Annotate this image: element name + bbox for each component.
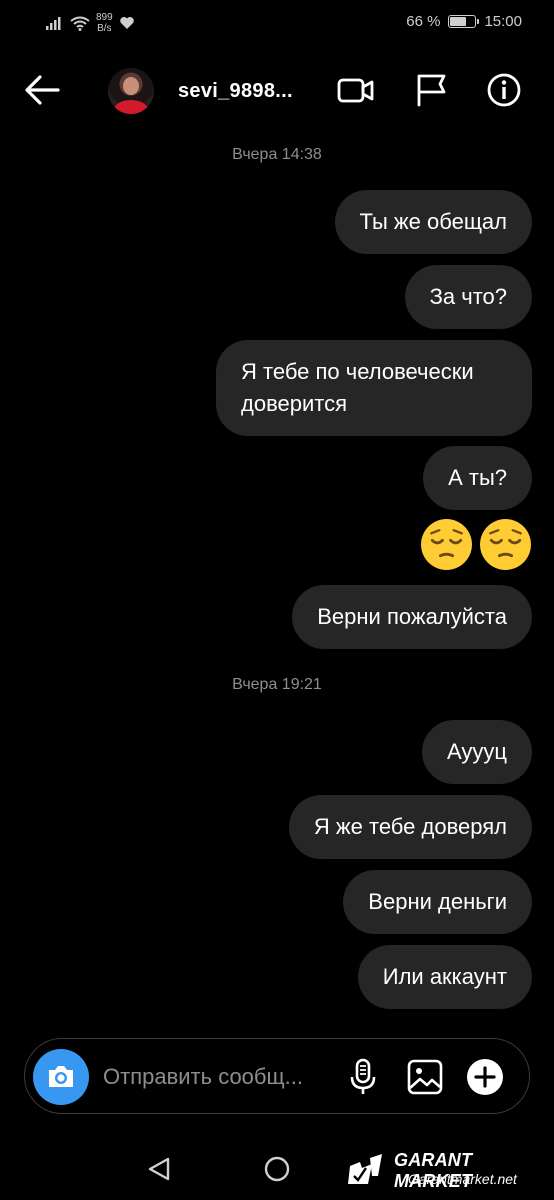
nav-home-button[interactable] — [262, 1154, 292, 1184]
message-bubble[interactable]: За что? — [404, 265, 532, 329]
network-speed-unit: B/s — [97, 23, 112, 34]
battery-fill — [450, 17, 466, 26]
network-speed: 899 B/s — [96, 12, 113, 34]
arrow-left-icon — [25, 75, 60, 105]
report-button[interactable] — [412, 72, 452, 108]
battery-percent: 66 % — [406, 13, 441, 30]
message-bubble[interactable]: Верни пожалуйста — [292, 585, 532, 649]
back-button[interactable] — [22, 72, 62, 108]
message-bubble[interactable]: Я же тебе доверял — [288, 795, 532, 859]
chat-header: sevi_9898... — [0, 60, 554, 120]
flag-icon — [417, 74, 446, 107]
watermark-subtitle: Garantmarket.net — [408, 1171, 517, 1187]
status-right: 66 % 15:00 — [406, 13, 522, 30]
timestamp: Вчера 14:38 — [232, 146, 322, 163]
message-bubble[interactable]: Верни деньги — [343, 870, 532, 934]
username[interactable]: sevi_9898... — [178, 80, 293, 103]
message-bubble[interactable]: Или аккаунт — [357, 945, 532, 1009]
avatar-shirt — [114, 100, 148, 114]
clock: 15:00 — [484, 13, 522, 30]
more-options-button[interactable] — [465, 1057, 505, 1097]
message-input[interactable] — [103, 1063, 333, 1091]
microphone-icon — [350, 1058, 376, 1094]
avatar-face — [123, 77, 139, 95]
triangle-back-icon — [148, 1157, 170, 1181]
message-bubble[interactable]: Я тебе по человечески доверится — [216, 340, 532, 436]
gallery-button[interactable] — [405, 1057, 445, 1097]
circle-home-icon — [264, 1156, 290, 1182]
voice-message-button[interactable] — [343, 1057, 383, 1097]
message-composer — [24, 1038, 530, 1114]
camera-icon — [49, 1066, 73, 1087]
timestamp: Вчера 19:21 — [232, 676, 322, 693]
signal-icon — [46, 17, 61, 30]
message-bubble[interactable]: А ты? — [423, 446, 532, 510]
wifi-icon — [70, 16, 90, 31]
heart-icon — [119, 17, 134, 29]
image-icon — [407, 1059, 443, 1095]
message-bubble[interactable]: Ты же обещал — [334, 190, 532, 254]
video-camera-icon — [337, 78, 374, 103]
info-icon — [487, 73, 521, 107]
info-button[interactable] — [484, 72, 524, 108]
plus-circle-icon — [467, 1059, 503, 1095]
pensive-face-icon — [480, 519, 531, 570]
nav-back-button[interactable] — [144, 1154, 174, 1184]
network-speed-value: 899 — [96, 12, 113, 23]
emoji-message[interactable]: 😔😔 — [420, 518, 532, 571]
status-left: 899 B/s — [46, 12, 135, 34]
message-bubble[interactable]: Ауууц — [421, 720, 532, 784]
video-call-button[interactable] — [336, 72, 376, 108]
pensive-face-icon — [421, 519, 472, 570]
avatar[interactable] — [108, 68, 154, 114]
status-bar: 899 B/s 66 % 15:00 — [0, 0, 554, 48]
camera-button[interactable] — [33, 1049, 89, 1105]
battery-icon — [448, 15, 480, 28]
